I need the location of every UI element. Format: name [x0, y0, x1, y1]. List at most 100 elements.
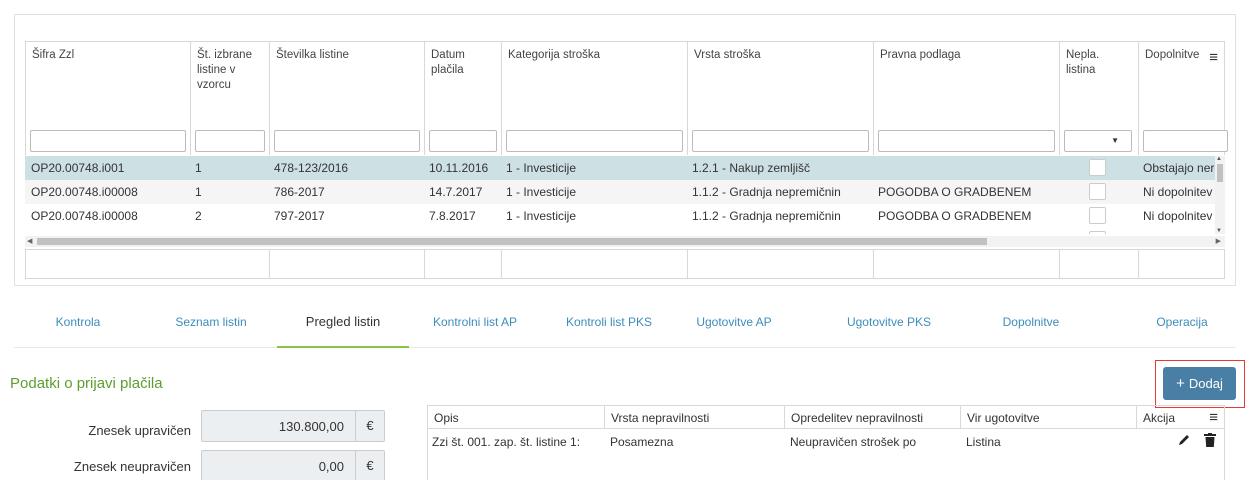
col-label: Opredelitev nepravilnosti: [791, 411, 924, 425]
cell-st: 1: [195, 161, 202, 175]
cell-kategorija: 1 - Investicije: [506, 185, 577, 199]
tab-kontroli-list-pks[interactable]: Kontroli list PKS: [548, 296, 670, 348]
col-kategorija[interactable]: Kategorija stroška: [501, 42, 687, 155]
field-label: Znesek neupravičen: [73, 459, 191, 474]
filter-dopolnitve[interactable]: [1143, 130, 1228, 152]
tab-ugotovitve-ap[interactable]: Ugotovitve AP: [678, 296, 790, 348]
tab-ugotovitve-pks[interactable]: Ugotovitve PKS: [828, 296, 950, 348]
col-label: Vrsta nepravilnosti: [611, 411, 710, 425]
col-label: Vrsta stroška: [694, 49, 761, 61]
footer-divider: [1138, 250, 1139, 278]
col-label: Datum plačila: [431, 49, 465, 76]
section-title: Podatki o prijavi plačila: [10, 375, 163, 392]
tab-kontrolni-list-ap[interactable]: Kontrolni list AP: [416, 296, 534, 348]
cell-vrsta: 1.1.2 - Gradnja nepremičnin: [692, 185, 841, 199]
neplacana-checkbox[interactable]: [1089, 231, 1106, 234]
filter-nepla-select[interactable]: ▼: [1064, 130, 1132, 152]
filter-vrsta[interactable]: [692, 130, 869, 152]
col-vrsta-nepravilnosti[interactable]: Vrsta nepravilnosti: [604, 406, 784, 429]
table-row[interactable]: Zzi št. 001. zap. št. listine 1: Posamez…: [428, 430, 1224, 454]
menu-icon[interactable]: ≡: [1209, 410, 1218, 425]
tab-kontrola[interactable]: Kontrola: [24, 296, 132, 348]
field-value: 0,00: [318, 459, 344, 474]
col-vrsta[interactable]: Vrsta stroška: [687, 42, 873, 155]
currency-addon: €: [355, 451, 384, 480]
horizontal-scrollbar[interactable]: ◀ ▶: [25, 236, 1225, 247]
footer-divider: [269, 250, 270, 278]
col-akcija[interactable]: Akcija ≡: [1136, 406, 1224, 429]
cell-stevilka: 478-123/2016: [274, 161, 349, 175]
add-button-label: Dodaj: [1188, 376, 1223, 391]
footer-divider: [1059, 250, 1060, 278]
col-st-izbrane[interactable]: Št. izbrane listine v vzorcu: [190, 42, 269, 155]
table-row[interactable]: OP20.00748.i001 1 478-123/2016 10.11.201…: [25, 156, 1215, 180]
cell-vrsta: 1.1.2 - Gradnja nepremičnin: [692, 209, 841, 223]
pencil-icon[interactable]: [1178, 433, 1191, 449]
filter-sifra[interactable]: [30, 130, 186, 152]
scroll-up-icon[interactable]: ▲: [1216, 156, 1222, 162]
cell-dopolnitve: Ni dopolnitev: [1143, 185, 1213, 199]
dropdown-arrow-icon: ▼: [1111, 136, 1119, 145]
col-label: Šifra Zzl: [32, 49, 75, 61]
tab-bar: Kontrola Seznam listin Pregled listin Ko…: [14, 296, 1236, 348]
cell-vir: Listina: [966, 435, 1001, 449]
menu-icon[interactable]: ≡: [1209, 50, 1218, 65]
filter-st-izbrane[interactable]: [195, 130, 265, 152]
filter-kategorija[interactable]: [506, 130, 683, 152]
col-label: Kategorija stroška: [508, 49, 601, 61]
cell-dopolnitve: Ni dopolnitev: [1143, 209, 1213, 223]
neplacana-checkbox[interactable]: [1089, 183, 1106, 200]
table-row[interactable]: OP20.00748.i00008 2 797-2017 7.8.2017 1 …: [25, 204, 1215, 228]
neplacana-checkbox[interactable]: [1089, 159, 1106, 176]
footer-divider: [424, 250, 425, 278]
tab-pregled-listin[interactable]: Pregled listin: [277, 296, 409, 348]
table-row[interactable]: [25, 228, 1215, 234]
cell-pravna: POGODBA O GRADBENEM: [878, 185, 1032, 199]
col-opredelitev[interactable]: Opredelitev nepravilnosti: [784, 406, 960, 429]
cell-stevilka: 797-2017: [274, 209, 325, 223]
col-stevilka[interactable]: Številka listine: [269, 42, 424, 155]
footer-divider: [873, 250, 874, 278]
trash-icon[interactable]: [1204, 433, 1216, 450]
cell-kategorija: 1 - Investicije: [506, 209, 577, 223]
col-label: Dopolnitve: [1145, 49, 1200, 61]
add-button[interactable]: + Dodaj: [1163, 367, 1236, 400]
scroll-left-icon[interactable]: ◀: [27, 237, 32, 245]
col-dopolnitve[interactable]: Dopolnitve ≡: [1138, 42, 1228, 155]
col-opis[interactable]: Opis: [428, 406, 604, 429]
cell-sifra: OP20.00748.i001: [31, 161, 125, 175]
table-row[interactable]: OP20.00748.i00008 1 786-2017 14.7.2017 1…: [25, 180, 1215, 204]
vertical-scrollbar[interactable]: ▲ ▼: [1215, 156, 1225, 234]
znesek-neupravicen-field[interactable]: 0,00 €: [201, 450, 385, 480]
col-nepla[interactable]: Nepla. listina ▼: [1059, 42, 1138, 155]
col-datum[interactable]: Datum plačila: [424, 42, 501, 155]
grid-header: Šifra Zzl Št. izbrane listine v vzorcu Š…: [25, 41, 1228, 155]
cell-opredelitev: Neupravičen strošek po: [790, 435, 917, 449]
plus-icon: +: [1176, 375, 1185, 392]
cell-opis: Zzi št. 001. zap. št. listine 1:: [432, 435, 581, 449]
cell-kategorija: 1 - Investicije: [506, 161, 577, 175]
filter-stevilka[interactable]: [274, 130, 420, 152]
scroll-thumb[interactable]: [1217, 164, 1223, 182]
scroll-thumb[interactable]: [37, 238, 987, 245]
cell-sifra: OP20.00748.i00008: [31, 185, 138, 199]
tab-operacija[interactable]: Operacija: [1132, 296, 1232, 348]
filter-pravna[interactable]: [878, 130, 1055, 152]
znesek-upravicen-field[interactable]: 130.800,00 €: [201, 410, 385, 442]
cell-stevilka: 786-2017: [274, 185, 325, 199]
filter-datum[interactable]: [429, 130, 497, 152]
col-sifra[interactable]: Šifra Zzl: [26, 42, 190, 155]
cell-vrsta: Posamezna: [610, 435, 674, 449]
scroll-down-icon[interactable]: ▼: [1216, 228, 1222, 234]
tab-dopolnitve[interactable]: Dopolnitve: [979, 296, 1083, 348]
scroll-right-icon[interactable]: ▶: [1216, 237, 1221, 245]
neplacana-checkbox[interactable]: [1089, 207, 1106, 224]
col-label: Pravna podlaga: [880, 49, 961, 61]
tab-seznam-listin[interactable]: Seznam listin: [152, 296, 270, 348]
documents-grid: Šifra Zzl Št. izbrane listine v vzorcu Š…: [14, 14, 1236, 286]
col-label: Nepla. listina: [1066, 49, 1100, 76]
col-label: Akcija: [1143, 411, 1176, 425]
col-pravna[interactable]: Pravna podlaga: [873, 42, 1059, 155]
col-vir[interactable]: Vir ugotovitve: [960, 406, 1136, 429]
cell-pravna: POGODBA O GRADBENEM: [878, 209, 1032, 223]
